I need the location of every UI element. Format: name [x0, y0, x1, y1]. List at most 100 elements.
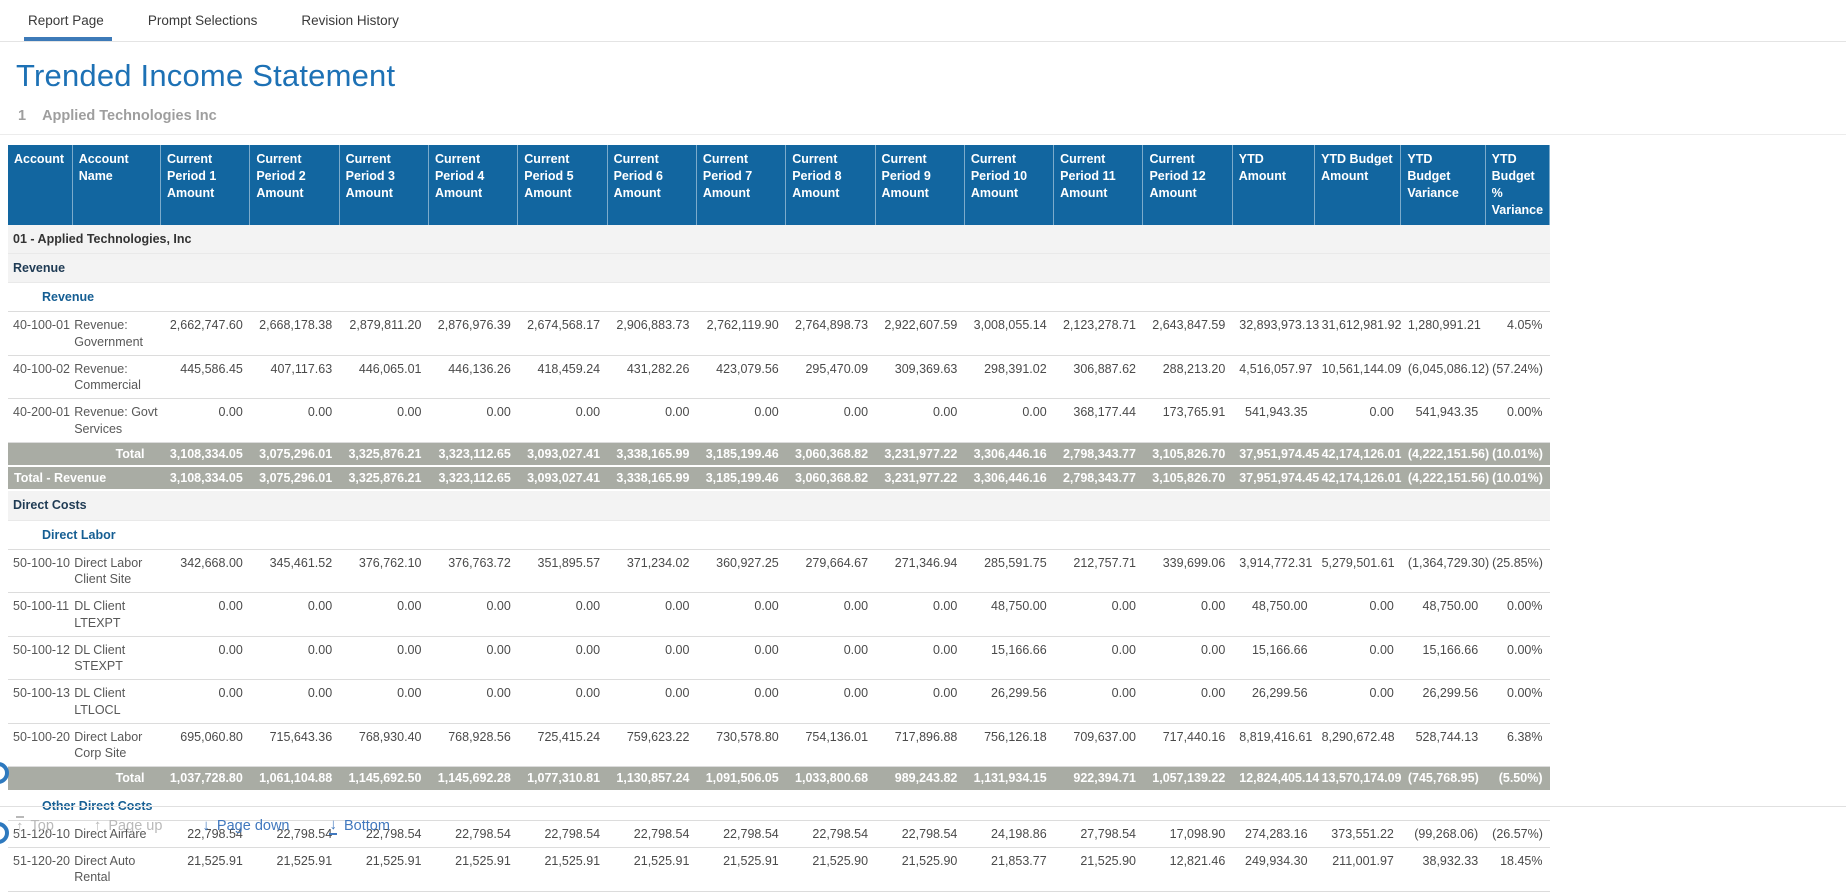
tab-bar: Report Page Prompt Selections Revision His…: [0, 0, 1846, 42]
value-cell: 431,282.26: [607, 355, 696, 399]
account-name-cell: Direct Auto Rental: [72, 848, 160, 892]
value-cell: 0.00: [875, 399, 964, 443]
value-cell: 6.38%: [1485, 723, 1549, 767]
value-cell: (57.24%): [1485, 355, 1549, 399]
value-cell: 2,879,811.20: [339, 312, 428, 356]
value-cell: 3,075,296.01: [250, 466, 339, 490]
value-cell: 0.00: [1315, 593, 1401, 637]
tab-prompt-selections[interactable]: Prompt Selections: [146, 0, 260, 41]
value-cell: 0.00: [607, 399, 696, 443]
value-cell: (4,222,151.56): [1401, 442, 1485, 466]
value-cell: 22,798.54: [696, 820, 785, 847]
column-header-current-period-9-amount: Current Period 9 Amount: [875, 145, 964, 225]
value-cell: 756,126.18: [964, 723, 1053, 767]
account-cell: 50-100-10: [8, 549, 72, 593]
value-cell: 0.00: [875, 593, 964, 637]
value-cell: 541,943.35: [1232, 399, 1314, 443]
value-cell: 2,662,747.60: [161, 312, 250, 356]
value-cell: 0.00: [339, 680, 428, 724]
pager-label: Page up: [108, 818, 162, 834]
value-cell: 0.00: [339, 593, 428, 637]
pager-page-down[interactable]: ↓Page down: [202, 816, 289, 835]
value-cell: 3,914,772.31: [1232, 549, 1314, 593]
pager-bottom[interactable]: ↓Bottom: [329, 816, 389, 835]
value-cell: 0.00: [428, 399, 517, 443]
value-cell: 21,525.90: [875, 848, 964, 892]
value-cell: 298,391.02: [964, 355, 1053, 399]
value-cell: 3,060,368.82: [786, 442, 875, 466]
value-cell: 989,243.82: [875, 767, 964, 791]
value-cell: 22,798.54: [786, 820, 875, 847]
account-cell: 40-100-02: [8, 355, 72, 399]
column-header-current-period-8-amount: Current Period 8 Amount: [786, 145, 875, 225]
value-cell: 21,525.91: [518, 848, 607, 892]
value-cell: 1,033,800.68: [786, 767, 875, 791]
value-cell: 17,098.90: [1143, 820, 1232, 847]
value-cell: 3,185,199.46: [696, 442, 785, 466]
value-cell: 42,174,126.01: [1315, 442, 1401, 466]
value-cell: 21,525.91: [339, 848, 428, 892]
account-name-cell: Direct Labor Corp Site: [72, 723, 160, 767]
pager: ↑Top↑Page up↓Page down↓Bottom: [16, 816, 390, 835]
value-cell: 0.00: [518, 680, 607, 724]
value-cell: 3,108,334.05: [161, 442, 250, 466]
account-cell: 51-120-20: [8, 848, 72, 892]
column-header-current-period-2-amount: Current Period 2 Amount: [250, 145, 339, 225]
value-cell: 3,108,334.05: [161, 466, 250, 490]
value-cell: 22,798.54: [428, 820, 517, 847]
value-cell: 1,061,104.88: [250, 767, 339, 791]
value-cell: (5.50%): [1485, 767, 1549, 791]
value-cell: 0.00: [607, 593, 696, 637]
value-cell: 21,525.90: [1054, 848, 1143, 892]
value-cell: 3,306,446.16: [964, 466, 1053, 490]
value-cell: 2,643,847.59: [1143, 312, 1232, 356]
org-number: 1: [18, 108, 26, 124]
account-cell: 40-100-01: [8, 312, 72, 356]
tab-revision-history[interactable]: Revision History: [299, 0, 401, 41]
value-cell: 48,750.00: [1232, 593, 1314, 637]
column-header-current-period-7-amount: Current Period 7 Amount: [696, 145, 785, 225]
value-cell: 3,231,977.22: [875, 442, 964, 466]
value-cell: 2,762,119.90: [696, 312, 785, 356]
table-row: 40-100-02Revenue: Commercial445,586.4540…: [8, 355, 1550, 399]
value-cell: 351,895.57: [518, 549, 607, 593]
value-cell: 12,821.46: [1143, 848, 1232, 892]
value-cell: 21,525.91: [250, 848, 339, 892]
account-name-cell: Direct Labor Client Site: [72, 549, 160, 593]
value-cell: 0.00: [161, 593, 250, 637]
value-cell: 2,674,568.17: [518, 312, 607, 356]
value-cell: 0.00: [786, 636, 875, 680]
value-cell: 754,136.01: [786, 723, 875, 767]
value-cell: 0.00: [1143, 593, 1232, 637]
value-cell: 768,930.40: [339, 723, 428, 767]
value-cell: 0.00: [786, 680, 875, 724]
column-header-ytd-budget-variance: YTD Budget % Variance: [1485, 145, 1549, 225]
value-cell: 309,369.63: [875, 355, 964, 399]
value-cell: 2,798,343.77: [1054, 466, 1143, 490]
value-cell: 445,586.45: [161, 355, 250, 399]
value-cell: 3,323,112.65: [428, 466, 517, 490]
subtotal-row: Total3,108,334.053,075,296.013,325,876.2…: [8, 442, 1550, 466]
subsection-label: Revenue: [8, 283, 1550, 312]
value-cell: 0.00: [607, 680, 696, 724]
page-title: Trended Income Statement: [16, 58, 1846, 94]
value-cell: 0.00: [250, 593, 339, 637]
value-cell: 3,075,296.01: [250, 442, 339, 466]
value-cell: 21,525.91: [161, 848, 250, 892]
value-cell: 21,525.91: [607, 848, 696, 892]
table-row: 50-100-10Direct Labor Client Site342,668…: [8, 549, 1550, 593]
subsection-label: Direct Labor: [8, 520, 1550, 549]
value-cell: 0.00: [1054, 680, 1143, 724]
table-row: 51-120-20Direct Auto Rental21,525.9121,5…: [8, 848, 1550, 892]
group-label: 01 - Applied Technologies, Inc: [8, 225, 1550, 254]
tab-report-page[interactable]: Report Page: [26, 0, 106, 41]
total-label: Total: [8, 767, 161, 791]
value-cell: 715,643.36: [250, 723, 339, 767]
value-cell: 3,185,199.46: [696, 466, 785, 490]
value-cell: 1,131,934.15: [964, 767, 1053, 791]
value-cell: 717,896.88: [875, 723, 964, 767]
value-cell: 1,077,310.81: [518, 767, 607, 791]
value-cell: 376,763.72: [428, 549, 517, 593]
value-cell: 21,525.90: [786, 848, 875, 892]
value-cell: 368,177.44: [1054, 399, 1143, 443]
